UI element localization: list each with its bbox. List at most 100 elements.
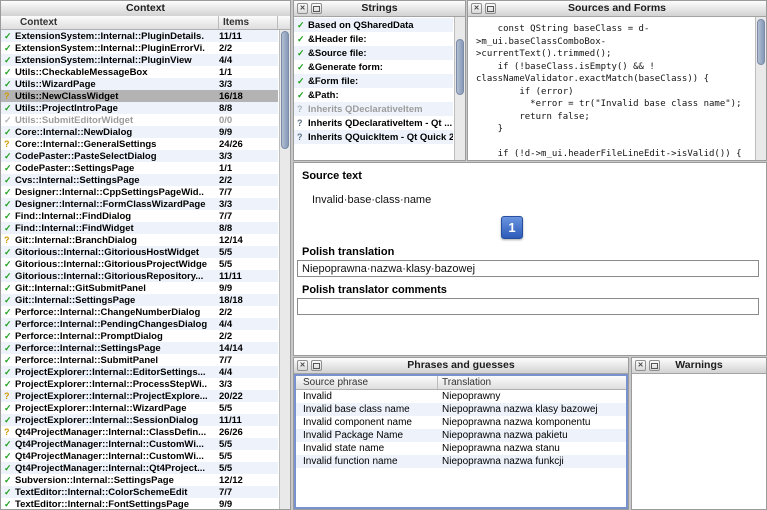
translation-editor: Source text Invalid·base·class·name 1 Po… [293,162,767,356]
context-row[interactable]: Core::Internal::NewDialog 9/9 [1,126,278,138]
float-icon[interactable] [311,3,322,14]
context-items-count: 4/4 [219,319,278,330]
context-row[interactable]: Qt4ProjectManager::Internal::ClassDefin.… [1,426,278,438]
context-row[interactable]: Git::Internal::SettingsPage 18/18 [1,294,278,306]
column-header-source-phrase[interactable]: Source phrase [296,376,438,389]
string-row[interactable]: &Form file: [294,74,453,88]
phrase-row[interactable]: Invalid function name Niepoprawna nazwa … [296,455,626,468]
phrase-row[interactable]: Invalid Niepoprawny [296,390,626,403]
context-row[interactable]: Qt4ProjectManager::Internal::CustomWi...… [1,450,278,462]
context-row[interactable]: Git::Internal::BranchDialog 12/14 [1,234,278,246]
translation-status-icon [1,31,15,42]
context-row[interactable]: ExtensionSystem::Internal::PluginDetails… [1,30,278,42]
sources-panel-title: Sources and Forms [568,2,666,14]
context-row[interactable]: Git::Internal::GitSubmitPanel 9/9 [1,282,278,294]
context-row[interactable]: Utils::SubmitEditorWidget 0/0 [1,114,278,126]
context-row[interactable]: ExtensionSystem::Internal::PluginView 4/… [1,54,278,66]
context-row[interactable]: ProjectExplorer::Internal::WizardPage 5/… [1,402,278,414]
translator-comments-input[interactable] [297,298,759,315]
strings-scrollbar[interactable] [454,17,465,160]
context-row[interactable]: Utils::CheckableMessageBox 1/1 [1,66,278,78]
float-icon[interactable] [311,360,322,371]
context-row[interactable]: ProjectExplorer::Internal::ProcessStepWi… [1,378,278,390]
translation-status-icon [1,427,15,438]
context-row[interactable]: Gitorious::Internal::GitoriousRepository… [1,270,278,282]
context-row[interactable]: ExtensionSystem::Internal::PluginErrorVi… [1,42,278,54]
translation-status-icon [1,103,15,114]
context-row[interactable]: TextEditor::Internal::ColorSchemeEdit 7/… [1,486,278,498]
context-row[interactable]: Perforce::Internal::PromptDialog 2/2 [1,330,278,342]
context-row[interactable]: Qt4ProjectManager::Internal::CustomWi...… [1,438,278,450]
float-icon[interactable] [649,360,660,371]
phrase-translation: Niepoprawna nazwa klasy bazowej [438,404,626,415]
context-row[interactable]: ProjectExplorer::Internal::SessionDialog… [1,414,278,426]
close-icon[interactable] [635,360,646,371]
column-header-context[interactable]: Context [1,16,219,29]
context-row[interactable]: CodePaster::PasteSelectDialog 3/3 [1,150,278,162]
translation-status-icon [1,463,15,474]
string-row[interactable]: Inherits QDeclarativeItem [294,102,453,116]
context-row[interactable]: Qt4ProjectManager::Internal::Qt4Project.… [1,462,278,474]
context-row[interactable]: Perforce::Internal::SubmitPanel 7/7 [1,354,278,366]
string-row[interactable]: Inherits QQuickItem - Qt Quick 2 [294,130,453,144]
close-icon[interactable] [471,3,482,14]
string-row[interactable]: &Generate form: [294,60,453,74]
context-row[interactable]: Utils::ProjectIntroPage 8/8 [1,102,278,114]
context-name: TextEditor::Internal::ColorSchemeEdit [15,487,219,498]
phrases-table-header: Source phrase Translation [296,376,626,390]
string-row[interactable]: &Source file: [294,46,453,60]
sources-scrollbar-thumb[interactable] [757,19,765,65]
sources-scrollbar[interactable] [755,17,766,160]
context-row[interactable]: Cvs::Internal::SettingsPage 2/2 [1,174,278,186]
strings-panel-titlebar: Strings [294,1,465,17]
column-header-translation[interactable]: Translation [438,376,626,389]
float-icon[interactable] [485,3,496,14]
context-list-header: Context Items [1,16,290,30]
context-items-count: 9/9 [219,499,278,510]
context-row[interactable]: Find::Internal::FindWidget 8/8 [1,222,278,234]
string-row[interactable]: Based on QSharedData [294,18,453,32]
column-header-items[interactable]: Items [219,16,278,29]
phrase-row[interactable]: Invalid base class name Niepoprawna nazw… [296,403,626,416]
context-row[interactable]: Designer::Internal::CppSettingsPageWid..… [1,186,278,198]
phrase-row[interactable]: Invalid Package Name Niepoprawna nazwa p… [296,429,626,442]
translation-status-icon [1,379,15,390]
phrase-row[interactable]: Invalid component name Niepoprawna nazwa… [296,416,626,429]
context-scrollbar[interactable] [279,30,290,509]
string-row[interactable]: &Header file: [294,32,453,46]
context-row[interactable]: CodePaster::SettingsPage 1/1 [1,162,278,174]
phrase-row[interactable]: Invalid state name Niepoprawna nazwa sta… [296,442,626,455]
context-row[interactable]: Perforce::Internal::SettingsPage 14/14 [1,342,278,354]
context-row[interactable]: Core::Internal::GeneralSettings 24/26 [1,138,278,150]
context-row[interactable]: Designer::Internal::FormClassWizardPage … [1,198,278,210]
context-row[interactable]: Utils::WizardPage 3/3 [1,78,278,90]
context-scrollbar-thumb[interactable] [281,31,289,149]
translation-status-icon [1,211,15,222]
context-row[interactable]: Perforce::Internal::PendingChangesDialog… [1,318,278,330]
string-row[interactable]: &Path: [294,88,453,102]
string-status-icon [294,34,308,45]
context-row[interactable]: Subversion::Internal::SettingsPage 12/12 [1,474,278,486]
close-icon[interactable] [297,3,308,14]
strings-scrollbar-thumb[interactable] [456,39,464,95]
context-row[interactable]: Gitorious::Internal::GitoriousHostWidget… [1,246,278,258]
context-row[interactable]: Utils::NewClassWidget 16/18 [1,90,278,102]
context-items-count: 2/2 [219,43,278,54]
context-items-count: 1/1 [219,163,278,174]
context-row[interactable]: Perforce::Internal::ChangeNumberDialog 2… [1,306,278,318]
context-row[interactable]: Gitorious::Internal::GitoriousProjectWid… [1,258,278,270]
source-code-line: >currentText().trimmed(); [476,48,751,61]
context-name: Core::Internal::GeneralSettings [15,139,219,150]
string-row[interactable]: Inherits QDeclarativeItem - Qt ... [294,116,453,130]
translation-status-icon [1,187,15,198]
close-icon[interactable] [297,360,308,371]
context-row[interactable]: TextEditor::Internal::FontSettingsPage 9… [1,498,278,509]
context-name: Designer::Internal::FormClassWizardPage [15,199,219,210]
translation-input[interactable] [297,260,759,277]
translation-status-icon [1,91,15,102]
source-code-line: if (error) [476,86,751,99]
context-row[interactable]: ProjectExplorer::Internal::ProjectExplor… [1,390,278,402]
context-name: CodePaster::SettingsPage [15,163,219,174]
context-row[interactable]: ProjectExplorer::Internal::EditorSetting… [1,366,278,378]
context-row[interactable]: Find::Internal::FindDialog 7/7 [1,210,278,222]
